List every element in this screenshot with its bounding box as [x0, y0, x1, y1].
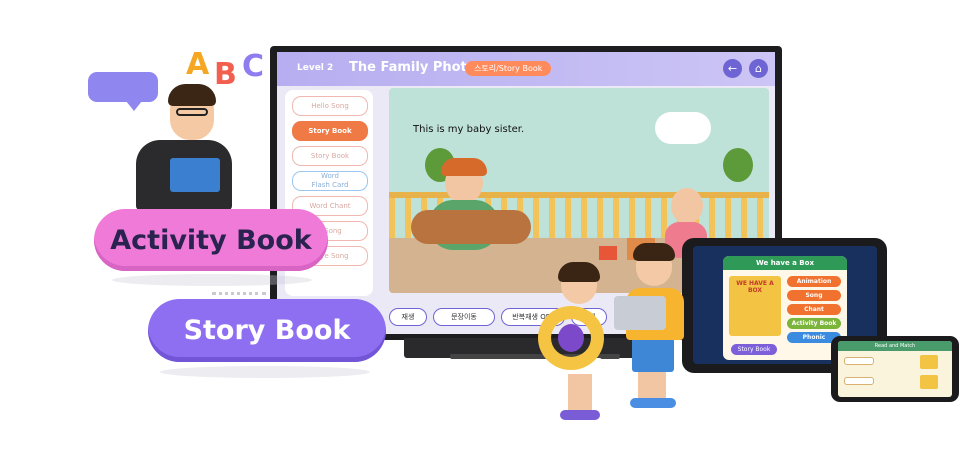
- laptop-icon: [614, 296, 666, 330]
- book-cover-icon: WE HAVE A BOX: [729, 276, 781, 336]
- play-button[interactable]: 재생: [389, 308, 427, 326]
- story-book-badge[interactable]: 스토리/Story Book: [465, 61, 552, 76]
- match-picture[interactable]: [920, 355, 938, 369]
- hanging-plant-icon: [723, 148, 753, 182]
- tablet-banner: We have a Box: [723, 256, 847, 270]
- story-caption: This is my baby sister.: [413, 124, 525, 135]
- level-label: Level 2: [297, 63, 334, 73]
- match-picture[interactable]: [920, 375, 938, 389]
- menu-item-story-book[interactable]: Story Book: [292, 146, 368, 166]
- baby-character-head: [671, 188, 703, 224]
- boy-hair: [633, 243, 675, 261]
- story-book-button[interactable]: Story Book: [148, 299, 386, 362]
- screen-topbar: Level 2 The Family Photo 스토리/Story Book …: [277, 52, 775, 86]
- boy-shorts: [632, 338, 674, 372]
- book-cover-title: WE HAVE A BOX: [736, 280, 774, 294]
- boy-character-hair: [441, 158, 487, 176]
- cloud-icon: [655, 112, 711, 144]
- speech-bubble-icon: [88, 72, 158, 111]
- sentence-move-button[interactable]: 문장이동: [433, 308, 495, 326]
- toy-block-icon: [599, 246, 617, 260]
- menu-item-hello-song[interactable]: Hello Song: [292, 96, 368, 116]
- phone-header: Read and Match: [838, 341, 952, 351]
- fence-rail: [389, 192, 769, 198]
- home-icon[interactable]: ⌂: [749, 59, 768, 78]
- open-book-icon: [170, 158, 220, 192]
- tablet-chant-button[interactable]: Chant: [787, 304, 841, 315]
- tablet-song-button[interactable]: Song: [787, 290, 841, 301]
- girl-hair: [558, 262, 600, 282]
- menu-item-story-book-active[interactable]: Story Book: [292, 121, 368, 141]
- guitar-icon: [411, 210, 531, 244]
- letter-o-center: [558, 324, 584, 352]
- match-item[interactable]: [844, 357, 874, 365]
- letter-b: B: [214, 57, 237, 92]
- back-arrow-icon[interactable]: ←: [723, 59, 742, 78]
- match-item[interactable]: [844, 377, 874, 385]
- letter-a: A: [186, 47, 210, 82]
- pill-shadow: [160, 366, 370, 378]
- boy-shoes: [630, 398, 676, 408]
- dotted-connector: [212, 272, 266, 295]
- phone-screen: Read and Match: [838, 341, 952, 397]
- tablet-animation-button[interactable]: Animation: [787, 276, 841, 287]
- letter-c: C: [242, 49, 265, 84]
- activity-book-button[interactable]: Activity Book: [94, 209, 328, 271]
- tablet-activity-book-button[interactable]: Activity Book: [787, 318, 841, 329]
- book-title: The Family Photo: [349, 60, 476, 75]
- menu-item-word-flash-card[interactable]: Word Flash Card: [292, 171, 368, 191]
- teacher-hair: [168, 84, 216, 106]
- girl-shoes: [560, 410, 600, 420]
- glasses-icon: [176, 108, 208, 116]
- tablet-card: We have a Box WE HAVE A BOX Animation So…: [723, 256, 847, 360]
- tablet-story-book-button[interactable]: Story Book: [731, 344, 777, 355]
